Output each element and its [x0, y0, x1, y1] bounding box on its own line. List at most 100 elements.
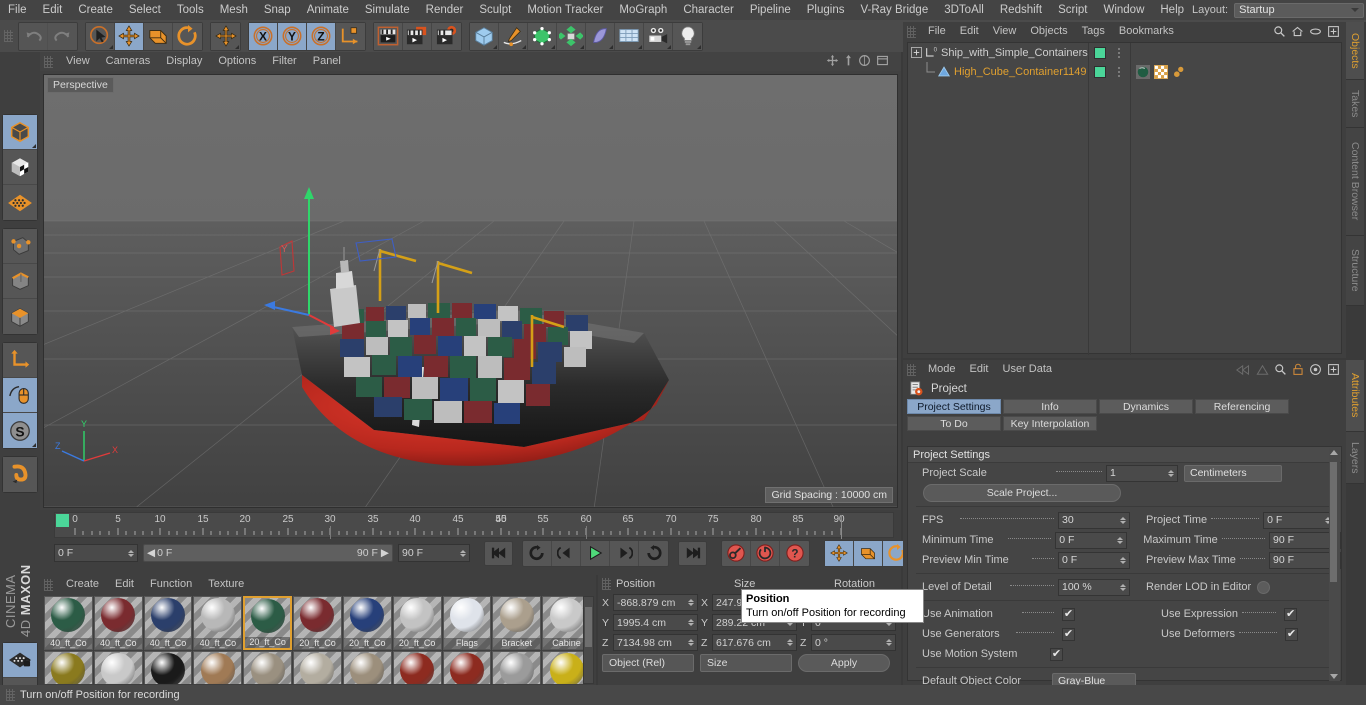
tab-key-interpolation[interactable]: Key Interpolation [1003, 416, 1097, 431]
position-z-field[interactable]: 7134.98 cm [613, 634, 698, 651]
coordinate-system-select[interactable]: Object (Rel) [602, 654, 694, 672]
menu-script[interactable]: Script [1050, 0, 1095, 20]
menu-tools[interactable]: Tools [169, 0, 212, 20]
previous-key-button[interactable] [552, 540, 581, 566]
edge-mode[interactable] [3, 264, 37, 299]
object-row-container[interactable]: High_Cube_Container1149 [908, 62, 1341, 81]
add-generator-button[interactable] [528, 22, 557, 50]
rotate-tool[interactable] [173, 22, 202, 50]
spinner-icon[interactable] [787, 639, 793, 646]
menu-3dtoall[interactable]: 3DToAll [936, 0, 992, 20]
material-grip[interactable] [44, 578, 53, 591]
menu-file[interactable]: File [0, 0, 35, 20]
spinner-icon[interactable] [688, 599, 694, 606]
add-scene-button[interactable] [615, 22, 644, 50]
layout-select[interactable]: Startup [1234, 2, 1365, 18]
material-cell[interactable] [293, 651, 342, 684]
scale-project-button[interactable]: Scale Project... [923, 484, 1121, 502]
tool-options-corner[interactable] [580, 44, 584, 49]
spinner-icon[interactable] [688, 639, 694, 646]
add-spline-button[interactable] [499, 22, 528, 50]
coordinates-grip[interactable] [602, 578, 611, 590]
scroll-up-arrow-icon[interactable] [1330, 450, 1338, 455]
redo-button[interactable] [48, 22, 77, 50]
record-keyframe-button[interactable] [722, 540, 751, 566]
menu-pipeline[interactable]: Pipeline [742, 0, 799, 20]
menu-vray-bridge[interactable]: V-Ray Bridge [852, 0, 936, 20]
render-region-button[interactable] [403, 22, 432, 50]
material-cell[interactable]: 40_ft_Co [44, 596, 93, 650]
spinner-icon[interactable] [460, 549, 466, 557]
material-cell[interactable] [143, 651, 193, 684]
project-scale-unit-select[interactable]: Centimeters [1184, 464, 1282, 482]
scrollbar-thumb[interactable] [1330, 462, 1337, 582]
use-animation-checkbox[interactable]: ✔ [1062, 607, 1075, 621]
menu-plugins[interactable]: Plugins [799, 0, 853, 20]
menu-character[interactable]: Character [675, 0, 742, 20]
object-menu-edit[interactable]: Edit [953, 22, 986, 41]
object-dots-icon[interactable] [1114, 47, 1123, 58]
record-scale-toggle[interactable] [854, 540, 883, 566]
toolbar-grip[interactable] [4, 30, 13, 42]
apply-button[interactable]: Apply [798, 654, 890, 672]
menu-simulate[interactable]: Simulate [357, 0, 418, 20]
viewport-menu-view[interactable]: View [58, 52, 98, 71]
uv-tag[interactable] [1154, 64, 1168, 79]
spinner-icon[interactable] [1120, 516, 1126, 524]
project-time-field[interactable]: 0 F [1263, 511, 1336, 529]
material-cell[interactable] [492, 651, 542, 684]
attribute-menu-edit[interactable]: Edit [963, 360, 996, 379]
minimum-time-field[interactable]: 0 F [1055, 531, 1128, 549]
lock-x-axis[interactable]: X [249, 22, 278, 50]
material-menu-edit[interactable]: Edit [107, 575, 142, 594]
play-backwards-loop-button[interactable] [523, 540, 552, 566]
world-object-coordinates[interactable] [336, 22, 365, 50]
material-cell[interactable]: 20_ft_Co [342, 596, 392, 650]
rotation-z-field[interactable]: 0 ° [811, 634, 896, 651]
viewport-solo[interactable] [3, 378, 37, 413]
material-cell[interactable] [44, 651, 93, 684]
add-array-button[interactable] [557, 22, 586, 50]
go-to-start-button[interactable] [484, 540, 513, 566]
object-visibility-tag[interactable] [1094, 46, 1106, 59]
rotate-view-icon[interactable] [858, 54, 871, 67]
preview-min-time-field[interactable]: 0 F [1058, 551, 1130, 569]
go-to-end-button[interactable] [678, 540, 707, 566]
viewport-menu-options[interactable]: Options [210, 52, 264, 71]
position-y-field[interactable]: 1995.4 cm [613, 614, 698, 631]
object-grip[interactable] [907, 25, 916, 38]
side-tab-objects[interactable]: Objects [1346, 22, 1364, 80]
add-attribute-icon[interactable] [1327, 363, 1340, 376]
material-menu-texture[interactable]: Texture [200, 575, 252, 594]
ellipse-icon[interactable] [1309, 25, 1322, 38]
add-cube-button[interactable] [470, 22, 499, 50]
timeline-ruler[interactable]: 0 5 10 15 20 25 30 35 40 45 45 50 55 60 … [54, 512, 894, 539]
play-forwards-loop-button[interactable] [639, 541, 668, 566]
spinner-icon[interactable] [128, 549, 134, 557]
material-scrollbar[interactable] [583, 596, 594, 684]
render-settings-button[interactable] [432, 22, 461, 50]
spinner-icon[interactable] [1117, 536, 1124, 544]
material-cell[interactable] [243, 651, 293, 684]
range-left-arrow-icon[interactable]: ◀ [147, 547, 155, 559]
viewport-menu-cameras[interactable]: Cameras [98, 52, 159, 71]
model-mode[interactable] [3, 115, 37, 150]
move-alt-tool[interactable] [211, 22, 240, 50]
size-mode-select[interactable]: Size [700, 654, 792, 672]
object-menu-file[interactable]: File [921, 22, 953, 41]
scale-tool[interactable] [144, 22, 173, 50]
magnet-tool[interactable] [3, 457, 37, 492]
render-lod-checkbox[interactable] [1257, 580, 1271, 594]
side-tab-layers[interactable]: Layers [1346, 432, 1364, 484]
keyframe-selection-button[interactable]: ? [780, 541, 809, 566]
current-frame-field[interactable]: 0 F [54, 544, 138, 562]
tab-dynamics[interactable]: Dynamics [1099, 399, 1193, 414]
menu-help[interactable]: Help [1152, 0, 1192, 20]
tool-options-corner[interactable] [551, 44, 555, 49]
tool-options-corner[interactable] [493, 44, 497, 49]
search-icon[interactable] [1273, 25, 1286, 38]
menu-edit[interactable]: Edit [35, 0, 71, 20]
pan-view-icon[interactable] [826, 54, 839, 67]
polygon-mode[interactable] [3, 185, 37, 220]
material-cell[interactable]: 20_ft_Co [392, 596, 442, 650]
